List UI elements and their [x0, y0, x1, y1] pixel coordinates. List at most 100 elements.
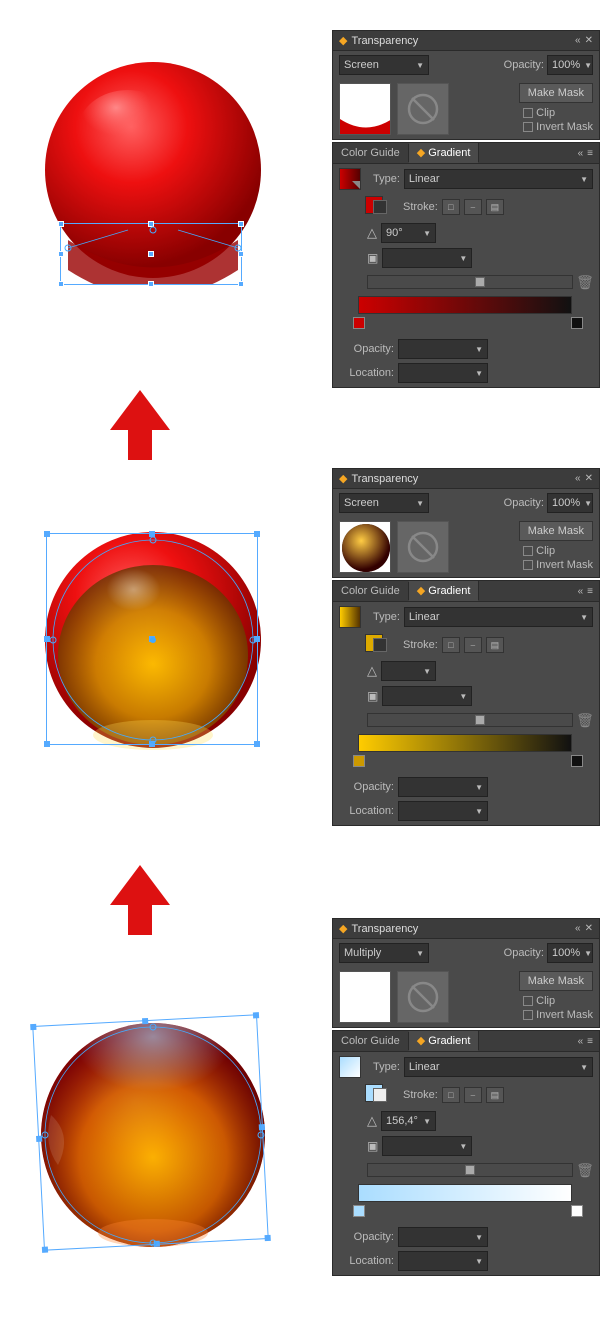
stop-left-2[interactable]: [353, 755, 365, 767]
stroke-label-1: Stroke:: [403, 201, 438, 213]
path-handles-2: [38, 525, 268, 755]
opacity-input-1[interactable]: 100% ▼: [547, 55, 593, 75]
color-guide-tab-2[interactable]: Color Guide: [333, 582, 409, 600]
opacity-input-2[interactable]: 100% ▼: [547, 493, 593, 513]
aspect-dropdown-2[interactable]: ▼: [382, 686, 472, 706]
transparency-panel-3-header: ◆ Transparency « ✕: [333, 919, 599, 939]
gradient-slider-track-3[interactable]: [367, 1163, 573, 1177]
opacity-label-1: Opacity:: [504, 59, 544, 71]
angle-input-2[interactable]: ▼: [381, 661, 436, 681]
location-dropdown-gp-1[interactable]: ▼: [398, 363, 488, 383]
gradient-menu-icon-1[interactable]: ≡: [587, 148, 593, 159]
stop-right-1[interactable]: [571, 317, 583, 329]
gradient-swatch-3[interactable]: [339, 1056, 361, 1078]
gradient-type-row-1: Type: Linear ▼: [333, 164, 599, 194]
gradient-panel-1: Color Guide ◆ Gradient « ≡ Type: Linear …: [332, 142, 600, 388]
stroke-icon-1c[interactable]: ▤: [486, 199, 504, 215]
opacity-label-gp-3: Opacity:: [339, 1231, 394, 1243]
close-btn-1[interactable]: ✕: [585, 35, 593, 46]
gradient-bar-1[interactable]: [358, 296, 572, 314]
opacity-label-3: Opacity:: [504, 947, 544, 959]
clip-checkbox-1[interactable]: [523, 108, 533, 118]
type-dropdown-1[interactable]: Linear ▼: [404, 169, 593, 189]
stroke-icon-1b[interactable]: ⎯: [464, 199, 482, 215]
make-mask-btn-1[interactable]: Make Mask: [519, 83, 593, 103]
opacity-dropdown-gp-3[interactable]: ▼: [398, 1227, 488, 1247]
diamond-icon-2: ◆: [339, 472, 347, 485]
stroke-icon-2b[interactable]: ⎯: [464, 637, 482, 653]
angle-input-3[interactable]: 156,4° ▼: [381, 1111, 436, 1131]
gradient-bar-3[interactable]: [358, 1184, 572, 1202]
invert-mask-checkbox-2[interactable]: [523, 560, 533, 570]
location-dropdown-gp-2[interactable]: ▼: [398, 801, 488, 821]
stroke-icon-3b[interactable]: ⎯: [464, 1087, 482, 1103]
gradient-delete-btn-3[interactable]: 🗑: [577, 1162, 593, 1178]
gradient-tabs-row-3: Color Guide ◆ Gradient « ≡: [333, 1031, 599, 1052]
path-handles-3: [33, 1015, 273, 1255]
aspect-dropdown-1[interactable]: ▼: [382, 248, 472, 268]
gradient-menu-2[interactable]: ≡: [587, 586, 593, 597]
stroke-icon-2c[interactable]: ▤: [486, 637, 504, 653]
gradient-delete-btn-2[interactable]: 🗑: [577, 712, 593, 728]
gradient-delete-btn-1[interactable]: 🗑: [577, 274, 593, 290]
gradient-slider-track-2[interactable]: [367, 713, 573, 727]
stroke-icon-1a[interactable]: □: [442, 199, 460, 215]
type-dropdown-3[interactable]: Linear ▼: [404, 1057, 593, 1077]
invert-mask-checkbox-1[interactable]: [523, 122, 533, 132]
gradient-slider-track-1[interactable]: [367, 275, 573, 289]
stroke-icon-3a[interactable]: □: [442, 1087, 460, 1103]
blend-mode-dropdown-2[interactable]: Screen ▼: [339, 493, 429, 513]
invert-mask-checkbox-3[interactable]: [523, 1010, 533, 1020]
invert-mask-label-2: Invert Mask: [536, 559, 593, 571]
stroke-icon-2a[interactable]: □: [442, 637, 460, 653]
stroke-label-2: Stroke:: [403, 639, 438, 651]
gradient-bar-area-3: [333, 1182, 599, 1225]
gradient-menu-1[interactable]: «: [578, 148, 584, 159]
color-guide-tab-3[interactable]: Color Guide: [333, 1032, 409, 1050]
type-label-2: Type:: [373, 611, 400, 623]
location-label-gp-3: Location:: [339, 1255, 394, 1267]
clip-checkbox-2[interactable]: [523, 546, 533, 556]
minimize-btn-3[interactable]: «: [575, 923, 581, 934]
angle-input-1[interactable]: 90° ▼: [381, 223, 436, 243]
stroke-icon-3c[interactable]: ▤: [486, 1087, 504, 1103]
transparency-mode-row-1: Screen ▼ Opacity: 100% ▼: [333, 51, 599, 79]
aspect-dropdown-3[interactable]: ▼: [382, 1136, 472, 1156]
gradient-tab-2[interactable]: ◆ Gradient: [409, 581, 480, 601]
stop-left-3[interactable]: [353, 1205, 365, 1217]
transparency-thumbs-row-1: Make Mask Clip Invert Mask: [333, 79, 599, 139]
opacity-input-3[interactable]: 100% ▼: [547, 943, 593, 963]
gradient-minimize-2[interactable]: «: [578, 586, 584, 597]
transparency-thumbs-row-3: Make Mask Clip Invert Mask: [333, 967, 599, 1027]
gradient-minimize-3[interactable]: «: [578, 1036, 584, 1047]
close-btn-2[interactable]: ✕: [585, 473, 593, 484]
blend-mode-dropdown-3[interactable]: Multiply ▼: [339, 943, 429, 963]
mask-thumb-1: [397, 83, 449, 135]
gradient-swatch-2[interactable]: [339, 606, 361, 628]
gradient-type-row-2: Type: Linear ▼: [333, 602, 599, 632]
gradient-menu-3[interactable]: ≡: [587, 1036, 593, 1047]
make-mask-btn-3[interactable]: Make Mask: [519, 971, 593, 991]
gradient-tab-3[interactable]: ◆ Gradient: [409, 1031, 480, 1051]
stop-left-1[interactable]: [353, 317, 365, 329]
clip-checkbox-3[interactable]: [523, 996, 533, 1006]
close-btn-3[interactable]: ✕: [585, 923, 593, 934]
blend-mode-dropdown-1[interactable]: Screen ▼: [339, 55, 429, 75]
transparency-panel-3: ◆ Transparency « ✕ Multiply ▼ Opacity: 1…: [332, 918, 600, 1028]
type-label-3: Type:: [373, 1061, 400, 1073]
gradient-type-row-3: Type: Linear ▼: [333, 1052, 599, 1082]
opacity-dropdown-gp-1[interactable]: ▼: [398, 339, 488, 359]
opacity-dropdown-gp-2[interactable]: ▼: [398, 777, 488, 797]
type-label-1: Type:: [373, 173, 400, 185]
minimize-btn-2[interactable]: «: [575, 473, 581, 484]
gradient-bar-2[interactable]: [358, 734, 572, 752]
stop-right-2[interactable]: [571, 755, 583, 767]
make-mask-btn-2[interactable]: Make Mask: [519, 521, 593, 541]
minimize-btn-1[interactable]: «: [575, 35, 581, 46]
location-dropdown-gp-3[interactable]: ▼: [398, 1251, 488, 1271]
gradient-tab-1[interactable]: ◆ Gradient: [409, 143, 480, 163]
gradient-swatch-1[interactable]: [339, 168, 361, 190]
stop-right-3[interactable]: [571, 1205, 583, 1217]
color-guide-tab-1[interactable]: Color Guide: [333, 144, 409, 162]
type-dropdown-2[interactable]: Linear ▼: [404, 607, 593, 627]
